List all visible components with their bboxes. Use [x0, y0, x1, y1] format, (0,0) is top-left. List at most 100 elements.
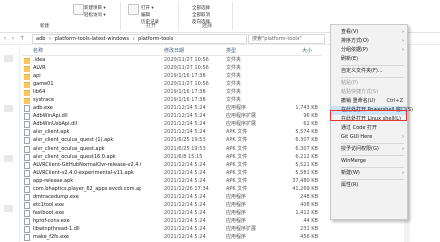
- menu-item[interactable]: 刷新(E): [331, 55, 407, 64]
- breadcrumb[interactable]: adb › platform-tools-latest-windows › pl…: [32, 34, 247, 44]
- file-size: 456 KB: [300, 234, 318, 241]
- column-date[interactable]: 修改日期: [164, 47, 184, 54]
- properties-icon[interactable]: [128, 4, 139, 15]
- file-icon: [24, 209, 30, 217]
- menu-shortcut: Ctrl+Z: [386, 98, 403, 104]
- file-row[interactable]: make_f2fs.exe 2021/12/14 5:24 应用程序 456 KB: [22, 233, 322, 242]
- file-size: 248 KB: [300, 193, 318, 200]
- file-row[interactable]: etc1tool.exe 2021/12/14 5:24 应用程序 408 KB: [22, 201, 322, 209]
- file-icon: [24, 161, 30, 169]
- menu-item[interactable]: WinMerge: [331, 157, 407, 166]
- menu-item[interactable]: 自定义文件夹(F)...: [331, 67, 407, 76]
- file-size: 1,412 KB: [295, 209, 318, 216]
- file-name: adb.exe: [33, 105, 53, 112]
- file-row[interactable]: app-release.apk 2021/12/14 5:24 APK 文件 37,4…: [22, 177, 322, 185]
- file-size: 1,743 KB: [295, 105, 318, 112]
- back-arrow-icon[interactable]: ‹: [2, 34, 8, 43]
- file-row[interactable]: alvr_client_oculus_quest16.0.apk 2021/6/8…: [22, 153, 322, 161]
- breadcrumb-item[interactable]: platform-tools-latest-windows: [55, 36, 129, 42]
- file-row[interactable]: lib64 2019/1/16 17:38 文件夹: [22, 88, 322, 96]
- file-row[interactable]: ALVRClient-GitHubNormalOvr-release-v2.4.…: [22, 161, 322, 169]
- file-row[interactable]: alvr_client.apk 2021/12/14 5:24 APK 文件 5,57…: [22, 128, 322, 137]
- file-type: 应用程序: [226, 193, 247, 200]
- file-name: AdbWinApi.dll: [33, 113, 68, 120]
- menu-item[interactable]: 在此处打开 Powershell 窗口(S): [331, 106, 413, 115]
- folder-icon: [24, 73, 30, 80]
- menu-item[interactable]: 属性(R): [331, 181, 407, 190]
- menu-item[interactable]: 粘贴(P): [331, 79, 407, 88]
- forward-arrow-icon[interactable]: ›: [10, 34, 16, 43]
- nav-item[interactable]: [4, 205, 13, 212]
- up-arrow-icon[interactable]: ↑: [19, 34, 25, 43]
- file-row[interactable]: hprof-conv.exe 2021/12/14 5:24 应用程序 44 KB: [22, 217, 322, 225]
- file-name: alvr_client_oculus_quest.apk: [33, 145, 105, 152]
- search-input[interactable]: 搜索"platform-tools": [248, 34, 325, 44]
- file-row[interactable]: libwinpthread-1.dll 2021/12/14 5:24 应用程序扩展…: [22, 225, 322, 233]
- file-name: com.bhaptics.player_62_apps.evcdi.com.ap…: [33, 185, 141, 192]
- breadcrumb-item[interactable]: adb: [36, 36, 45, 42]
- context-menu: 查看(V) › 排序方式(O) › 分组依据(P) › 刷新(E) 自定义文件夹(F)... 粘…: [330, 24, 413, 220]
- file-row[interactable]: AdbWinUsbApi.dll 2021/12/14 5:24 应用程序扩展 62 …: [22, 120, 322, 129]
- menu-item[interactable]: 粘贴快捷方式(S): [331, 88, 407, 97]
- file-size: 5,574 KB: [295, 129, 318, 136]
- file-type: APK 文件: [226, 177, 248, 184]
- column-type[interactable]: 类型: [226, 47, 236, 54]
- file-type: APK 文件: [226, 169, 248, 176]
- file-type: 文件夹: [226, 65, 242, 72]
- new-folder-icon[interactable]: [73, 4, 84, 15]
- file-type: 应用程序扩展: [226, 121, 257, 128]
- new-item-button[interactable]: 新建项目 ▾: [84, 5, 106, 11]
- menu-item[interactable]: 新建(W) ›: [331, 169, 407, 178]
- file-type: 应用程序: [226, 209, 247, 216]
- file-date: 2021/12/14 5:24: [164, 234, 206, 241]
- file-date: 2021/6/25 19:53: [164, 145, 206, 152]
- menu-item[interactable]: 撤销 重命名(U) Ctrl+Z: [331, 97, 407, 106]
- file-date: 2019/1/16 17:38: [164, 97, 206, 104]
- easy-access-button[interactable]: 轻松访问 ▾: [84, 12, 106, 18]
- breadcrumb-separator-icon: ›: [132, 36, 135, 42]
- menu-item[interactable]: 在此处打开 Linux shell(L): [331, 115, 407, 124]
- file-row[interactable]: adb.exe 2021/12/14 5:24 应用程序 1,743 KB: [22, 104, 322, 113]
- file-row[interactable]: fastboot.exe 2021/12/14 5:24 应用程序 1,412 KB: [22, 209, 322, 217]
- file-row[interactable]: api 2019/1/16 17:38 文件夹: [22, 72, 322, 80]
- open-button[interactable]: 打开 ▾: [141, 5, 154, 11]
- file-row[interactable]: game01 2020/11/27 10:56 文件夹: [22, 80, 322, 88]
- file-name: ALVRClient-v2.4.0-experimental-v11.apk: [33, 169, 134, 176]
- file-icon: [24, 201, 30, 209]
- menu-item[interactable]: 排序方式(O) ›: [331, 37, 407, 46]
- file-name: alvr_client.apk: [33, 129, 70, 136]
- select-all-button[interactable]: 全部选择: [192, 5, 210, 11]
- menu-item[interactable]: 查看(V) ›: [331, 28, 407, 37]
- nav-item[interactable]: [4, 155, 13, 162]
- select-none-button[interactable]: 全部取消: [192, 12, 210, 18]
- file-row[interactable]: .idea 2020/11/27 10:56 文件夹: [22, 56, 322, 64]
- nav-item[interactable]: [4, 55, 13, 62]
- menu-item-label: 粘贴快捷方式(S): [341, 89, 379, 95]
- file-row[interactable]: alvr_client_oculus_quest.apk 2021/6/25 19…: [22, 145, 322, 153]
- file-row[interactable]: alvr_client_oculus_quest (1).apk 2021/6/2…: [22, 136, 322, 145]
- column-name[interactable]: 名称: [33, 47, 43, 54]
- file-row[interactable]: systrace 2019/1/16 17:38 文件夹: [22, 96, 322, 104]
- file-row[interactable]: AdbWinApi.dll 2021/12/14 5:24 应用程序扩展 96 KB: [22, 112, 322, 121]
- file-icon: [24, 177, 30, 185]
- menu-item[interactable]: 授予访问权限(G) ›: [331, 145, 407, 154]
- nav-item[interactable]: [4, 105, 13, 112]
- file-row[interactable]: ALVR 2020/11/27 10:56 文件夹: [22, 64, 322, 72]
- file-row[interactable]: dmtracedump.exe 2021/12/14 5:24 应用程序 248 KB: [22, 193, 322, 201]
- file-name: systrace: [33, 97, 55, 104]
- file-row[interactable]: com.bhaptics.player_62_apps.evcdi.com.ap…: [22, 185, 322, 193]
- column-size[interactable]: 大小: [302, 47, 312, 54]
- menu-item[interactable]: 分组依据(P) ›: [331, 46, 407, 55]
- file-type: APK 文件: [226, 153, 248, 160]
- file-size: 62 KB: [303, 121, 318, 128]
- file-size: 408 KB: [300, 201, 318, 208]
- file-name: ALVRClient-GitHubNormalOvr-release-v2.4.…: [33, 161, 141, 168]
- file-row[interactable]: ALVRClient-v2.4.0-experimental-v11.apk 20…: [22, 169, 322, 177]
- menu-item-label: 分组依据(P): [341, 47, 368, 53]
- menu-item[interactable]: Git GUI Here ›: [331, 133, 407, 142]
- menu-item-label: 粘贴(P): [341, 80, 358, 86]
- menu-item-label: 授予访问权限(G): [341, 146, 379, 152]
- edit-button[interactable]: 编辑: [141, 12, 150, 18]
- menu-item[interactable]: 通过 Code 打开: [331, 124, 407, 133]
- breadcrumb-item[interactable]: platform-tools: [138, 36, 173, 42]
